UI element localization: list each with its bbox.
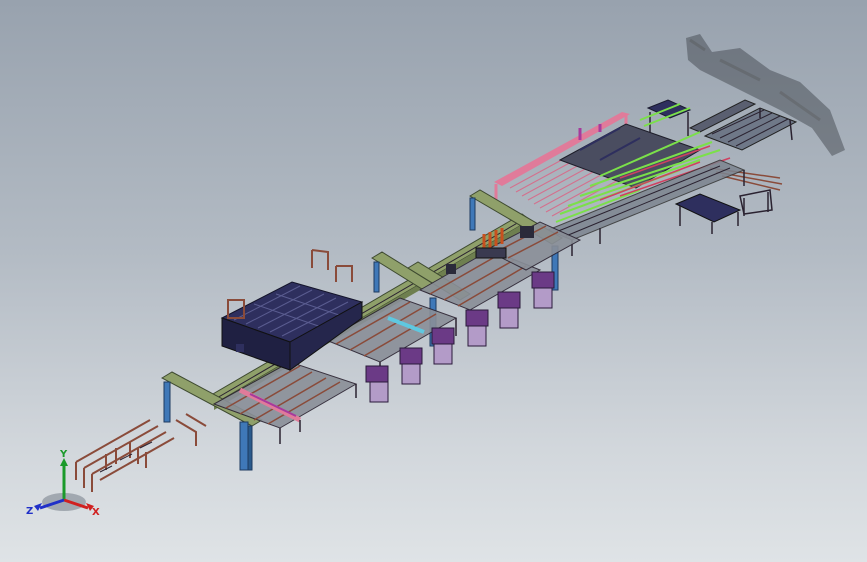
storage-racks[interactable] xyxy=(220,249,364,371)
motor-unit[interactable] xyxy=(531,271,555,309)
x-axis-label: X xyxy=(92,507,100,518)
motor-unit[interactable] xyxy=(365,365,389,403)
assembly-model[interactable] xyxy=(0,0,867,562)
motor-unit[interactable] xyxy=(465,309,489,347)
z-axis-label: Z xyxy=(26,506,33,517)
motor-unit[interactable] xyxy=(399,347,423,385)
motor-unit[interactable] xyxy=(431,327,455,365)
infeed-rollers xyxy=(99,441,153,473)
motor-unit[interactable] xyxy=(497,291,521,329)
coordinate-triad: Y X Z xyxy=(26,449,100,518)
graphics-viewport[interactable]: Y X Z xyxy=(0,0,867,562)
y-axis-label: Y xyxy=(59,449,68,460)
